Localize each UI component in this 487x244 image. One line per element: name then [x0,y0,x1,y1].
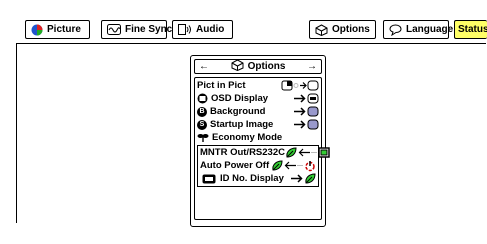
menu-item-background[interactable]: B Background [197,105,319,118]
menu-title: Options [247,61,286,72]
menu-item-osd-display[interactable]: OSD Display [197,92,319,105]
submenu-item-label: ID No. Display [220,173,284,184]
menu-header: ← Options → [194,59,322,74]
submenu-item-auto-power-off[interactable]: Auto Power Off [200,159,316,172]
submenu-item-label: MNTR Out/RS232C [200,147,285,158]
speaker-icon [178,24,192,35]
tab-status-label: Status [458,24,487,35]
right-arrow-icon[interactable]: → [307,61,317,72]
tab-fine-sync-label: Fine Sync [125,24,173,35]
tab-picture-label: Picture [47,24,81,35]
right-arrow-icon [294,94,306,103]
right-arrow-icon [291,174,303,183]
picture-icon [31,24,43,36]
menu-item-label: Pict in Pict [197,80,246,91]
osd-preview-icon [307,93,319,104]
tab-audio-label: Audio [196,24,225,35]
menu-item-startup-image[interactable]: S Startup Image [197,118,319,131]
menu-item-label: OSD Display [211,93,269,104]
options-icon [231,59,244,74]
power-off-icon [305,160,315,171]
menu-item-economy-mode[interactable]: Economy Mode [197,131,319,144]
tab-fine-sync[interactable]: Fine Sync [101,20,172,39]
right-arrow-icon [294,120,306,129]
menu-item-pict-in-pict[interactable]: Pict in Pict [197,79,319,92]
tab-language[interactable]: Language [383,20,453,39]
startup-badge-icon: S [197,119,207,130]
tab-language-label: Language [406,24,454,35]
lavender-swatch-icon [307,106,319,117]
leaf-icon [272,160,283,171]
monitor-icon [318,147,330,158]
speech-bubble-icon [389,23,402,36]
menu-item-label: Economy Mode [212,132,283,143]
panel-left-border [16,43,17,223]
tab-picture[interactable]: Picture [25,20,90,39]
tab-status[interactable]: Status [454,20,487,39]
submenu-item-mntr-out[interactable]: MNTR Out/RS232C [200,146,330,159]
menu-body: Pict in Pict OSD Display B Background S … [194,77,330,220]
osd-icon [197,93,208,104]
id-card-icon [202,174,216,183]
leaf-icon [305,173,316,184]
pip-icon [281,80,319,91]
left-arrow-icon [298,148,310,157]
tab-audio[interactable]: Audio [172,20,233,39]
tab-divider [16,43,486,44]
leaf-icon [286,147,297,158]
left-arrow-icon[interactable]: ← [199,61,209,72]
menu-item-label: Startup Image [210,119,274,130]
options-menu: ← Options → Pict in Pict OSD Display B B… [190,55,330,227]
fine-sync-icon [107,24,121,35]
tab-options-label: Options [332,24,370,35]
left-arrow-icon [284,161,296,170]
submenu-item-label: Auto Power Off [200,160,270,171]
economy-submenu: MNTR Out/RS232C Auto Power Off ID No. Di… [197,145,330,187]
lavender-swatch-icon [307,119,319,130]
background-badge-icon: B [197,106,207,117]
right-arrow-icon [294,107,306,116]
menu-item-label: Background [210,106,266,117]
options-icon [315,23,328,36]
tab-options[interactable]: Options [309,20,376,39]
submenu-item-id-no-display[interactable]: ID No. Display [200,172,316,185]
sprout-icon [197,134,209,142]
